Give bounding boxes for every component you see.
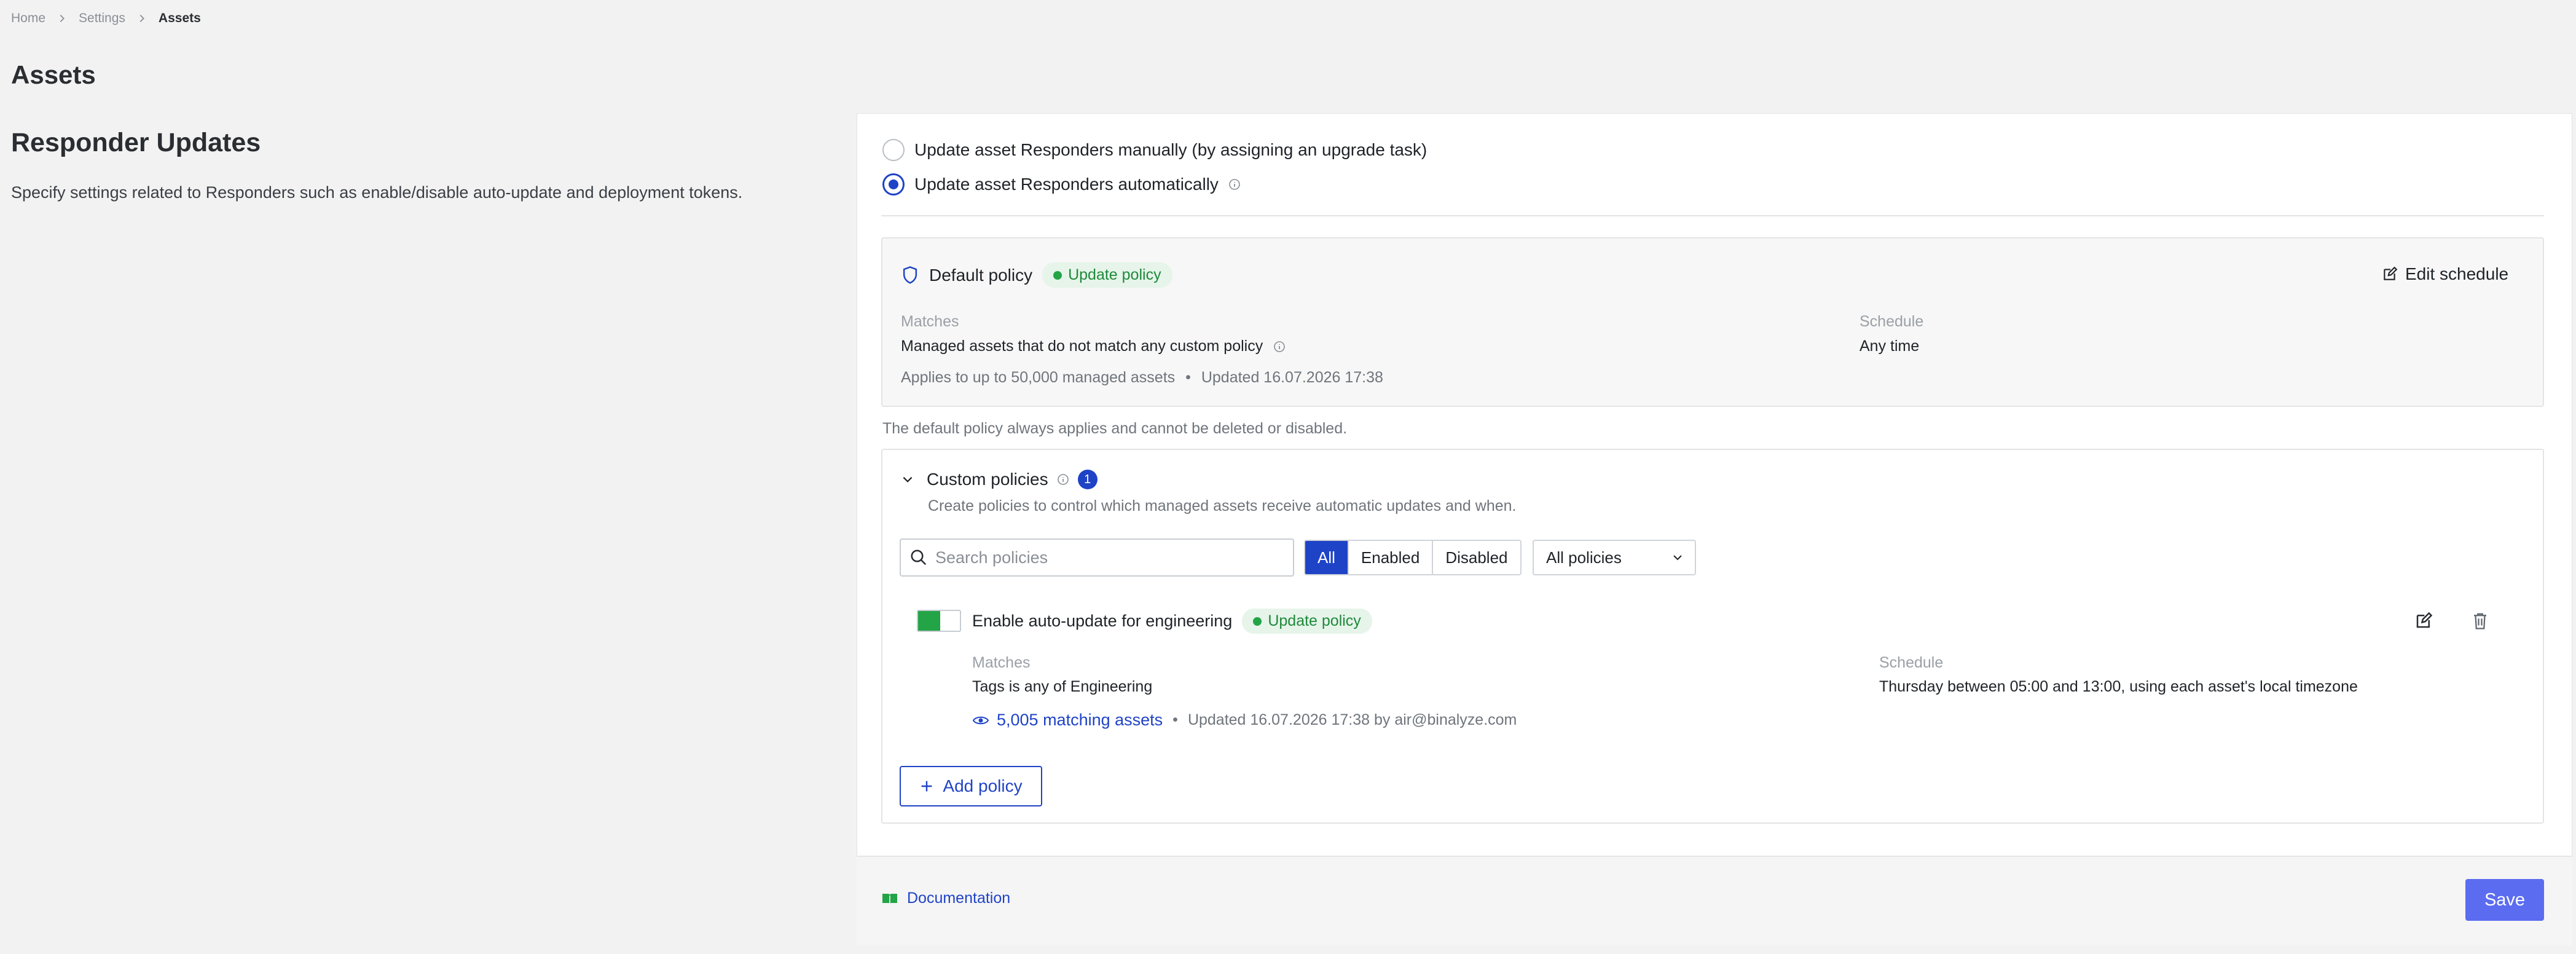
status-badge: Update policy [1042, 262, 1172, 288]
chevron-down-icon[interactable] [901, 473, 914, 486]
count-badge: 1 [1077, 470, 1098, 489]
info-icon [1057, 474, 1069, 485]
search-input[interactable] [935, 548, 1279, 567]
filter-segmented-control[interactable]: All Enabled Disabled [1304, 540, 1522, 575]
policy-matches-label: Matches [972, 654, 1031, 671]
policy-item-header: Enable auto-update for engineering Updat… [972, 609, 1372, 634]
policy-updated: Updated 16.07.2026 17:38 by air@binalyze… [1187, 711, 1517, 728]
page-title: Assets [11, 60, 96, 89]
default-policy-meta: Applies to up to 50,000 managed assets •… [901, 369, 1383, 386]
radio-auto[interactable] [882, 173, 905, 195]
matches-value: Managed assets that do not match any cus… [901, 337, 1286, 355]
edit-policy-button[interactable] [2411, 609, 2436, 633]
matching-assets-link[interactable]: 5,005 matching assets [997, 711, 1163, 730]
delete-policy-button[interactable] [2468, 609, 2492, 633]
radio-auto-label: Update asset Responders automatically [914, 175, 1219, 194]
card-footer [857, 856, 2572, 945]
policy-schedule-label: Schedule [1879, 654, 1944, 671]
status-badge: Update policy [1242, 609, 1372, 634]
section-description: Specify settings related to Responders s… [11, 183, 743, 202]
matches-label: Matches [901, 313, 959, 330]
save-button[interactable]: Save [2465, 879, 2544, 921]
default-policy-title: Default policy [929, 265, 1033, 285]
plus-icon [922, 781, 932, 792]
edit-schedule-button[interactable]: Edit schedule [2382, 264, 2508, 284]
policy-enable-toggle[interactable] [917, 610, 961, 632]
breadcrumb: Home Settings Assets [11, 11, 201, 26]
policy-schedule-value: Thursday between 05:00 and 13:00, using … [1879, 678, 2358, 695]
policy-type-select[interactable]: All policies [1533, 540, 1696, 575]
section-title: Responder Updates [11, 128, 261, 157]
trash-icon [2474, 613, 2486, 629]
breadcrumb-home[interactable]: Home [11, 11, 45, 26]
breadcrumb-current: Assets [158, 11, 201, 25]
breadcrumb-settings[interactable]: Settings [79, 11, 125, 26]
filter-all[interactable]: All [1305, 541, 1348, 574]
select-value: All policies [1546, 548, 1622, 567]
default-policy-header: Default policy Update policy [901, 262, 1172, 288]
custom-policies-title: Custom policies [927, 470, 1048, 489]
book-icon [882, 893, 897, 904]
info-icon [1229, 179, 1240, 190]
search-box[interactable] [900, 538, 1294, 577]
documentation-link[interactable]: Documentation [881, 889, 1010, 907]
info-icon [1274, 341, 1285, 353]
radio-manual[interactable] [882, 139, 905, 161]
chevron-right-icon [57, 13, 68, 24]
shield-icon [903, 266, 917, 284]
policy-meta: 5,005 matching assets • Updated 16.07.20… [972, 711, 1517, 730]
radio-manual-label: Update asset Responders manually (by ass… [914, 140, 1427, 159]
default-policy-note: The default policy always applies and ca… [882, 420, 1348, 437]
filter-disabled[interactable]: Disabled [1432, 541, 1520, 574]
chevron-down-icon [1673, 555, 1682, 561]
policy-matches-value: Tags is any of Engineering [972, 678, 1153, 695]
custom-policies-header[interactable]: Custom policies 1 [901, 470, 1098, 489]
eye-icon [972, 716, 989, 724]
radio-option-manual[interactable]: Update asset Responders manually (by ass… [882, 139, 1427, 161]
policy-name: Enable auto-update for engineering [972, 612, 1233, 630]
add-policy-button[interactable]: Add policy [900, 766, 1042, 806]
radio-option-auto[interactable]: Update asset Responders automatically [882, 173, 1241, 195]
filter-enabled[interactable]: Enabled [1347, 541, 1432, 574]
divider [881, 215, 2544, 216]
edit-icon [2384, 266, 2398, 280]
edit-icon [2416, 612, 2433, 628]
schedule-value: Any time [1859, 337, 1920, 355]
custom-policies-description: Create policies to control which managed… [928, 497, 1517, 514]
schedule-label: Schedule [1859, 313, 1924, 330]
search-icon [911, 550, 927, 566]
chevron-right-icon [136, 13, 147, 24]
